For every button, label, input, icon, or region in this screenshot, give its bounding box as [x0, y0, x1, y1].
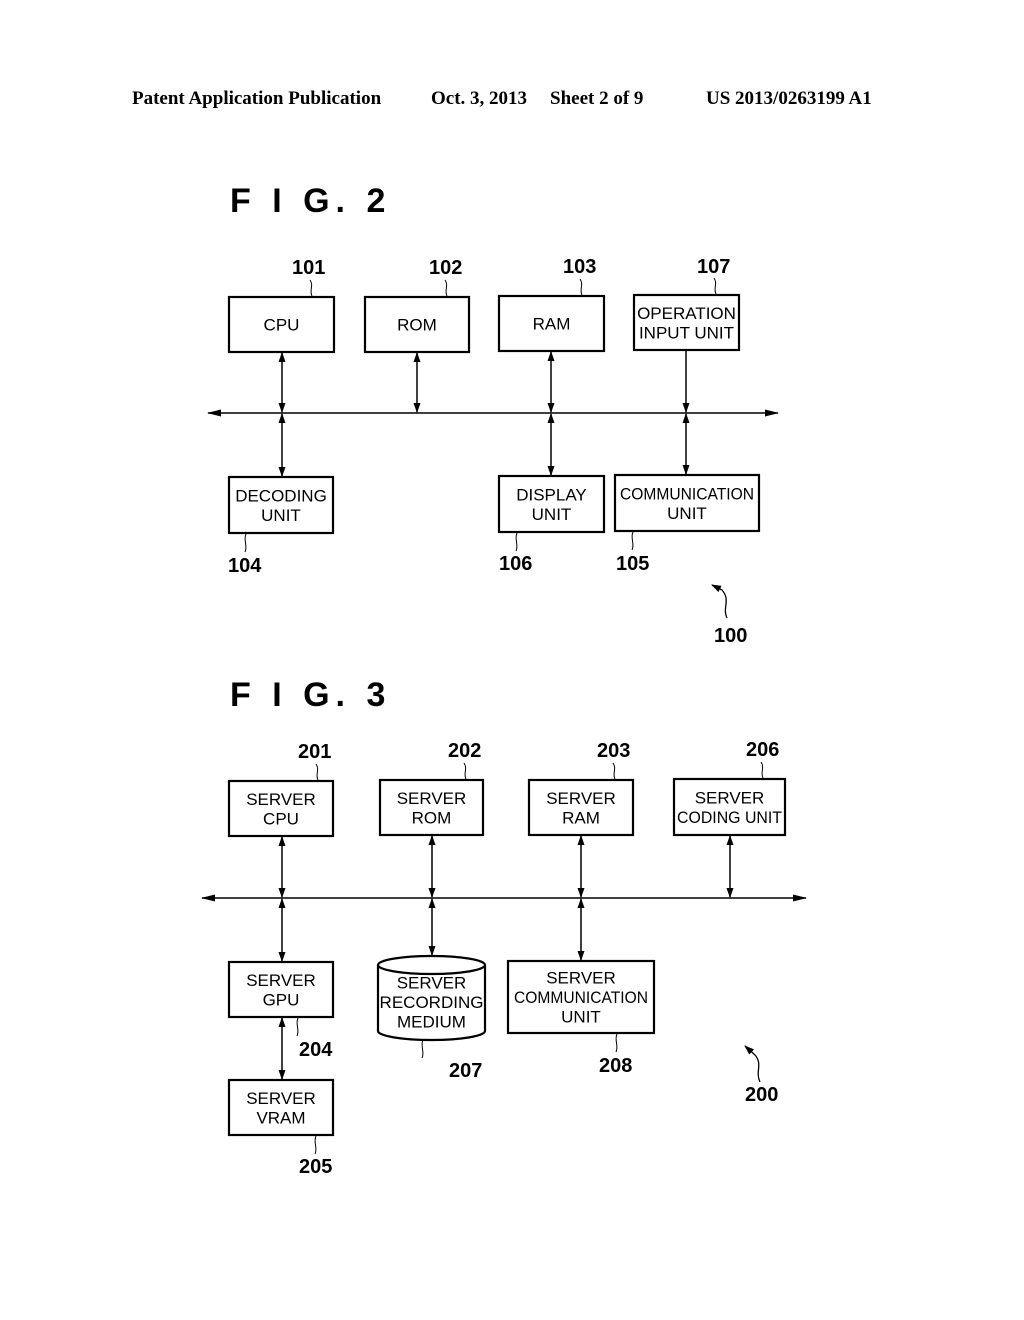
- system-reference-arrow: [744, 1045, 761, 1083]
- reference-leader-line: [244, 533, 247, 553]
- block-label-line: OPERATION: [637, 304, 736, 323]
- reference-leader-line: [515, 532, 518, 552]
- block-label-line: RECORDING: [380, 993, 484, 1012]
- block-label-line: GPU: [263, 990, 300, 1009]
- reference-numeral-204: 204: [299, 1039, 333, 1061]
- reference-numeral-208: 208: [599, 1055, 632, 1077]
- block-server-recording-medium: SERVERRECORDINGMEDIUM 207: [376, 898, 487, 1082]
- system-reference-arrow: [711, 584, 728, 619]
- reference-leader-line: [296, 1017, 299, 1037]
- block-server-cpu: SERVERCPU 201: [227, 741, 335, 898]
- block-label-line: ROM: [397, 316, 437, 335]
- block-decoding-unit: DECODINGUNIT 104: [227, 413, 335, 577]
- reference-numeral-107: 107: [697, 256, 730, 278]
- reference-numeral-205: 205: [299, 1156, 332, 1178]
- reference-numeral-201: 201: [298, 741, 331, 763]
- block-server-coding-unit: SERVERCODING UNIT 206: [672, 739, 787, 898]
- block-label-line: DECODING: [235, 486, 327, 505]
- block-operation-input-unit: OPERATIONINPUT UNIT 107: [632, 256, 741, 413]
- reference-leader-line: [760, 761, 764, 779]
- block-label-line: UNIT: [261, 506, 301, 525]
- block-label-line: CODING UNIT: [677, 808, 782, 827]
- reference-leader-line: [713, 277, 717, 295]
- block-communication-unit: COMMUNICATIONUNIT 105: [613, 413, 761, 575]
- reference-leader-line: [314, 1135, 317, 1155]
- block-label-line: VRAM: [256, 1108, 305, 1127]
- block-label-line: COMMUNICATION: [620, 484, 754, 503]
- block-label-line: UNIT: [667, 504, 707, 523]
- block-label-line: INPUT UNIT: [639, 323, 734, 342]
- reference-leader-line: [631, 531, 634, 551]
- block-server-ram: SERVERRAM 203: [527, 740, 635, 898]
- block-server-rom: SERVERROM 202: [378, 740, 485, 898]
- block-label-line: CPU: [263, 809, 299, 828]
- block-label-line: UNIT: [561, 1008, 601, 1027]
- block-label-line: SERVER: [246, 971, 316, 990]
- block-label-line: SERVER: [695, 788, 765, 807]
- reference-numeral-207: 207: [449, 1060, 482, 1082]
- reference-numeral-206: 206: [746, 739, 779, 761]
- block-display-unit: DISPLAYUNIT 106: [497, 413, 606, 575]
- reference-leader-line: [463, 762, 467, 780]
- block-server-communication-unit: SERVERCOMMUNICATIONUNIT 208: [506, 898, 656, 1077]
- block-label-line: SERVER: [246, 790, 316, 809]
- block-cpu: CPU 101: [227, 257, 336, 413]
- block-label-line: SERVER: [397, 789, 467, 808]
- block-label-line: SERVER: [546, 969, 616, 988]
- block-label-line: UNIT: [532, 505, 572, 524]
- reference-leader-line: [612, 762, 616, 780]
- block-label-line: RAM: [533, 315, 571, 334]
- block-rom: ROM 102: [363, 257, 471, 413]
- reference-leader-line: [309, 279, 313, 297]
- block-ram: RAM 103: [497, 256, 606, 413]
- reference-numeral-103: 103: [563, 256, 596, 278]
- system-reference-numeral-100: 100: [714, 625, 747, 647]
- reference-numeral-102: 102: [429, 257, 462, 279]
- reference-leader-line: [444, 279, 448, 297]
- block-label-line: ROM: [412, 808, 452, 827]
- system-reference-numeral-200: 200: [745, 1084, 778, 1106]
- block-label-line: SERVER: [546, 789, 616, 808]
- reference-leader-line: [615, 1033, 618, 1053]
- block-label-line: MEDIUM: [397, 1013, 466, 1032]
- reference-numeral-106: 106: [499, 553, 532, 575]
- reference-leader-line: [315, 763, 319, 781]
- block-label-line: RAM: [562, 808, 600, 827]
- reference-leader-line: [421, 1039, 424, 1059]
- figure-fig2-diagram: CPU 101 ROM 102 RAM 103 OPERATIONINPUT UNIT 107…: [207, 256, 779, 647]
- block-label-line: SERVER: [397, 974, 467, 993]
- figure-fig3-diagram: SERVERCPU201SERVERROM202SERVERRAM203SERV…: [201, 739, 807, 1178]
- block-diagrams: CPU 101 ROM 102 RAM 103 OPERATIONINPUT UNIT 107…: [201, 256, 807, 1178]
- reference-numeral-202: 202: [448, 740, 481, 762]
- block-label-line: COMMUNICATION: [514, 988, 648, 1007]
- block-label-line: CPU: [264, 316, 300, 335]
- reference-numeral-101: 101: [292, 257, 325, 279]
- block-server-gpu: SERVERGPU 204: [227, 898, 335, 1061]
- reference-numeral-105: 105: [616, 553, 649, 575]
- block-label-line: DISPLAY: [516, 485, 587, 504]
- reference-numeral-104: 104: [228, 555, 262, 577]
- reference-leader-line: [579, 278, 583, 296]
- reference-numeral-203: 203: [597, 740, 630, 762]
- block-label-line: SERVER: [246, 1089, 316, 1108]
